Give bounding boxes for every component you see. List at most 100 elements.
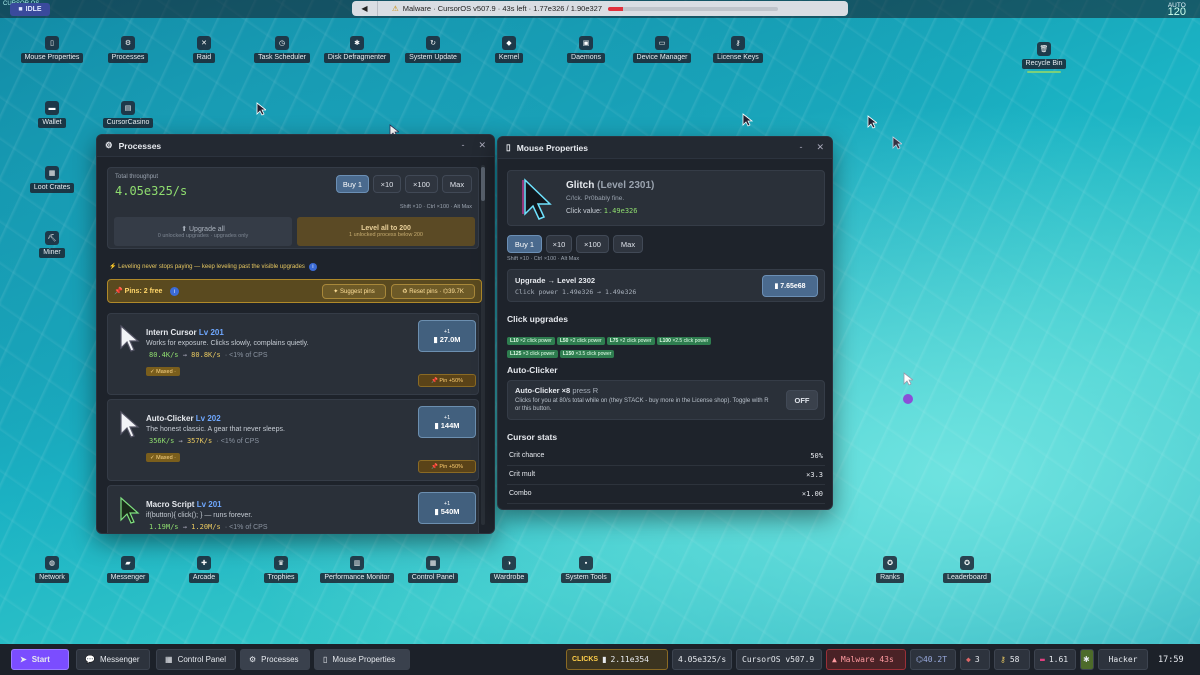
idle-status[interactable]: ■ IDLE [10, 3, 50, 16]
desktop-icon-kernel[interactable]: ◆ Kernel [481, 36, 537, 63]
desktop-icon-device-manager[interactable]: ▭ Device Manager [632, 36, 692, 63]
joystick-icon: ✚ [197, 556, 211, 570]
close-button[interactable]: ✕ [478, 140, 486, 151]
buy-100-button[interactable]: ×100 [576, 235, 609, 253]
cursor-card: Glitch (Level 2301) C/!ck. Pr0bably fine… [507, 170, 825, 226]
scrollbar[interactable] [481, 165, 485, 525]
process-item: Intern Cursor Lv 201 Works for exposure.… [107, 313, 479, 395]
back-button[interactable]: ◀ [352, 1, 378, 16]
stat-row: Crit mult ×3.3 [507, 466, 825, 485]
desktop-icon-wardrobe[interactable]: ◑ Wardrobe [481, 556, 537, 583]
buy-level-button[interactable]: +1 ▮ 27.0M [418, 320, 476, 352]
desktop-icon-network[interactable]: ◍ Network [24, 556, 80, 583]
recycle-bin[interactable]: 🗑 Recycle Bin [1016, 42, 1072, 73]
buy-max-button[interactable]: Max [613, 235, 643, 253]
task-control-panel[interactable]: ▦ Control Panel [156, 649, 236, 670]
task-messenger[interactable]: 💬 Messenger [76, 649, 150, 670]
buy-level-button[interactable]: +1 ▮ 144M [418, 406, 476, 438]
cursor-icon [256, 102, 266, 116]
square-icon: ■ [18, 6, 23, 13]
desktop-icon-control-panel[interactable]: ▦ Control Panel [405, 556, 461, 583]
desktop-icon-cursorcasino[interactable]: ▤ CursorCasino [100, 101, 156, 128]
desktop-icon-leaderboard[interactable]: ✪ Leaderboard [939, 556, 995, 583]
leveling-tip: ⚡ Leveling never stops paying — keep lev… [109, 263, 317, 271]
upgrade-all-button[interactable]: ⬆ Upgrade all 0 unlocked upgrades · upgra… [114, 217, 292, 246]
buy-10-button[interactable]: ×10 [373, 175, 401, 193]
buy-10-button[interactable]: ×10 [546, 235, 572, 253]
desktop-icon-raid[interactable]: ✕ Raid [176, 36, 232, 63]
desktop-icon-system-update[interactable]: ↻ System Update [405, 36, 461, 63]
mouse-properties-window: ▯ Mouse Properties - ✕ Glitch (Level 2301… [497, 136, 833, 510]
minimize-button[interactable]: - [799, 142, 802, 153]
click-upgrade-chip[interactable]: L125 ×3 click power [507, 350, 558, 358]
toolbox-icon: ▪ [579, 556, 593, 570]
buy-100-button[interactable]: ×100 [405, 175, 438, 193]
level-all-button[interactable]: Level all to 200 1 unlocked process below… [297, 217, 475, 246]
desktop-icon-disk-defragmenter[interactable]: ✱ Disk Defragmenter [323, 36, 391, 63]
buy-buy1-button[interactable]: Buy 1 [336, 175, 369, 193]
sparkle-icon: ✦ [333, 289, 339, 295]
coins-counter: ⌬40.2T [910, 649, 956, 670]
desktop-icon-system-tools[interactable]: ▪ System Tools [558, 556, 614, 583]
info-icon[interactable]: i [170, 287, 179, 296]
lock-icon: ▣ [579, 36, 593, 50]
malware-title: Malware · CursorOS v507.9 · 43s left · 1… [402, 4, 603, 13]
desktop-icon-miner[interactable]: ⛏ Miner [24, 231, 80, 258]
autoclicker-panel: Auto-Clicker ×8 press R Clicks for you a… [507, 380, 825, 420]
desktop-icon-mouse-properties[interactable]: ▯ Mouse Properties [20, 36, 84, 63]
task-processes[interactable]: ⚙ Processes [240, 649, 310, 670]
desktop-icon-daemons[interactable]: ▣ Daemons [558, 36, 614, 63]
desktop-icon-loot-crates[interactable]: ▦ Loot Crates [24, 166, 80, 193]
reset-icon: ♻ [402, 289, 408, 295]
process-item: Auto-Clicker Lv 202 The honest classic. … [107, 399, 479, 481]
desktop-icon-arcade[interactable]: ✚ Arcade [176, 556, 232, 583]
puzzle-icon[interactable]: ✱ [1080, 649, 1094, 670]
buy-buy1-button[interactable]: Buy 1 [507, 235, 542, 253]
processes-window: ⚙ Processes - ✕ Total throughput 4.05e325… [96, 134, 495, 534]
buy-level-button[interactable]: +1 ▮ 540M [418, 492, 476, 524]
desktop-icon-ranks[interactable]: ✪ Ranks [862, 556, 918, 583]
mouse-icon: ▯ [323, 655, 328, 664]
process-cursor-icon [120, 410, 140, 438]
mouse-properties-titlebar[interactable]: ▯ Mouse Properties - ✕ [498, 137, 832, 159]
info-icon[interactable]: i [308, 263, 317, 271]
buy-max-button[interactable]: Max [442, 175, 472, 193]
suggest-pins-button[interactable]: ✦ Suggest pins [322, 284, 386, 299]
keys-counter: ⚷ 58 [994, 649, 1030, 670]
pin-button[interactable]: 📌 Pin +50% [418, 460, 476, 473]
pin-button[interactable]: 📌 Pin +50% [418, 374, 476, 387]
processes-titlebar[interactable]: ⚙ Processes - ✕ [97, 135, 494, 157]
minimize-button[interactable]: - [461, 140, 464, 151]
desktop-icon-messenger[interactable]: ▰ Messenger [100, 556, 156, 583]
desktop-icon-processes[interactable]: ⚙ Processes [100, 36, 156, 63]
malware-timer[interactable]: ▲ Malware 43s [826, 649, 906, 670]
close-button[interactable]: ✕ [816, 142, 824, 153]
rank-label[interactable]: Hacker [1098, 649, 1148, 670]
task-mouse-properties[interactable]: ▯ Mouse Properties [314, 649, 410, 670]
autoclicker-toggle[interactable]: OFF [786, 390, 818, 410]
desktop-icon-trophies[interactable]: ♛ Trophies [253, 556, 309, 583]
key-icon: ⚷ [731, 36, 745, 50]
cursor-icon: ➤ [20, 655, 27, 664]
chart-icon: ▥ [350, 556, 364, 570]
desktop-icon-performance-monitor[interactable]: ▥ Performance Monitor [320, 556, 394, 583]
trophy-icon: ♛ [274, 556, 288, 570]
taskbar: ➤ Start 💬 Messenger ▦ Control Panel ⚙ Proces… [0, 644, 1200, 675]
start-button[interactable]: ➤ Start [11, 649, 69, 670]
reset-pins-button[interactable]: ♻ Reset pins · ⌬39.7K [391, 284, 475, 299]
cursor-icon [892, 136, 902, 150]
auto-readout[interactable]: AUTO 120 [1168, 2, 1186, 18]
glitch-cursor-icon [522, 178, 552, 220]
globe-icon: ◍ [45, 556, 59, 570]
desktop-icon-task-scheduler[interactable]: ◷ Task Scheduler [254, 36, 310, 63]
puzzle-icon: ✱ [350, 36, 364, 50]
desktop-icon-license-keys[interactable]: ⚷ License Keys [710, 36, 766, 63]
recycle-fill [1027, 71, 1061, 73]
level-upgrade-panel: Upgrade → Level 2302 Click power 1.49e32… [507, 269, 825, 302]
desktop-icon-wallet[interactable]: ▬ Wallet [24, 101, 80, 128]
click-upgrade-chip[interactable]: L100 ×2.5 click power [656, 337, 712, 345]
mouse-icon: ▯ [45, 36, 59, 50]
gear-icon: ⚙ [121, 36, 135, 50]
click-upgrade-chip[interactable]: L150 ×3.5 click power [559, 350, 615, 358]
level-upgrade-button[interactable]: ▮ 7.65e68 [762, 275, 818, 297]
